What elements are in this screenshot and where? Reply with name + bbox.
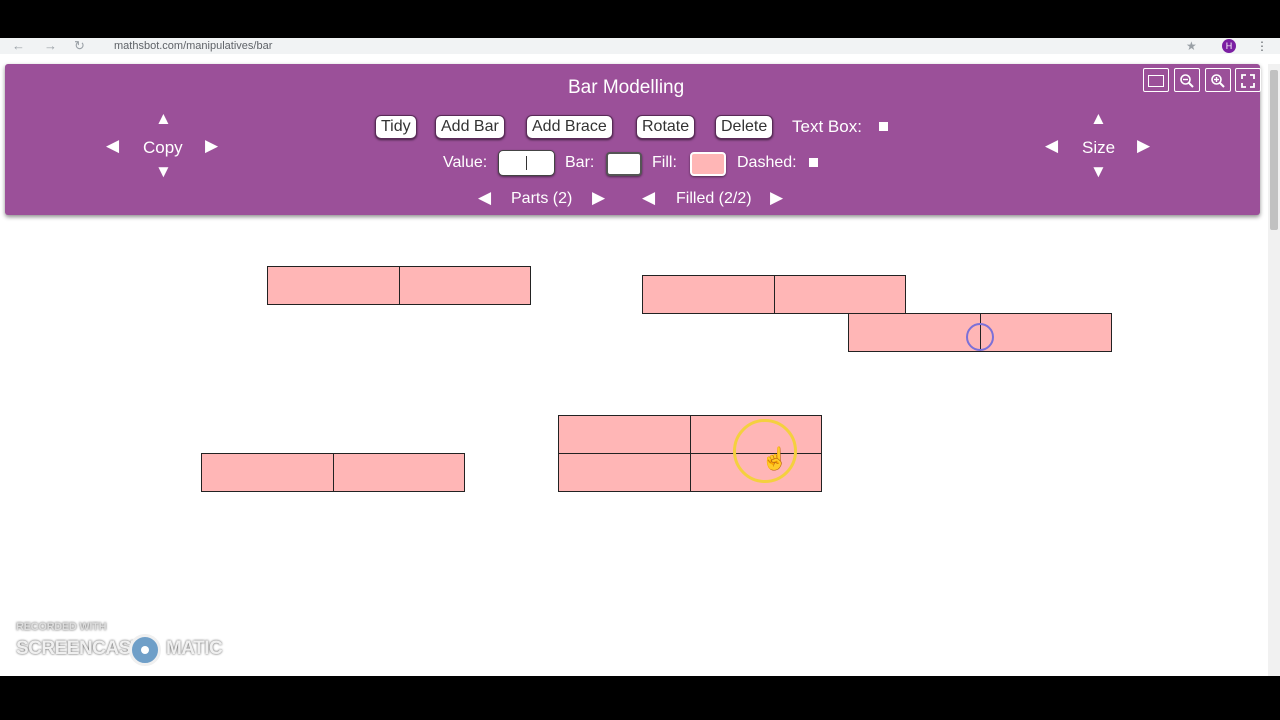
copy-label: Copy — [143, 138, 183, 157]
watermark-top-text: RECORDED WITH — [16, 621, 107, 633]
bar-part[interactable] — [559, 454, 690, 491]
add-bar-button[interactable]: Add Bar — [435, 115, 505, 139]
fill-color-label: Fill: — [652, 154, 677, 171]
bookmark-star-icon[interactable]: ★ — [1186, 38, 1197, 54]
watermark-main-text: SCREENCAST — [16, 638, 142, 659]
zoom-in-button[interactable] — [1205, 68, 1231, 92]
bar-part[interactable] — [268, 267, 399, 304]
bar-part[interactable] — [398, 267, 530, 304]
bar-part[interactable] — [979, 314, 1111, 351]
filled-increase-arrow[interactable]: ▶ — [770, 189, 783, 207]
fullscreen-button[interactable] — [1235, 68, 1261, 92]
value-input[interactable] — [498, 150, 555, 176]
bar-model-2[interactable] — [642, 275, 906, 314]
bar-part[interactable] — [202, 454, 333, 491]
forward-icon[interactable]: → — [44, 38, 57, 54]
filled-label: Filled (2/2) — [676, 190, 752, 207]
screencast-logo-icon — [129, 634, 161, 666]
zoom-in-icon — [1211, 74, 1225, 89]
value-input-text — [499, 155, 503, 171]
filled-decrease-arrow[interactable]: ◀ — [642, 189, 655, 207]
hand-pointer-icon: ☝ — [761, 446, 789, 471]
parts-label: Parts (2) — [511, 190, 573, 207]
page-scrollbar[interactable] — [1268, 64, 1280, 676]
text-box-checkbox[interactable] — [879, 122, 888, 131]
parts-increase-arrow[interactable]: ▶ — [592, 189, 605, 207]
bar-model-1[interactable] — [267, 266, 531, 305]
scrollbar-thumb[interactable] — [1270, 70, 1278, 230]
browser-toolbar: ← → ↻ mathsbot.com/manipulatives/bar ★ H… — [0, 38, 1280, 54]
fill-color-swatch[interactable] — [690, 152, 726, 176]
bar-part[interactable] — [849, 314, 980, 351]
app-title: Bar Modelling — [568, 77, 685, 98]
address-bar[interactable]: mathsbot.com/manipulatives/bar — [114, 38, 272, 54]
back-icon[interactable]: ← — [12, 38, 25, 54]
tidy-button[interactable]: Tidy — [375, 115, 417, 139]
value-label: Value: — [443, 154, 488, 171]
blank-square-icon — [1148, 75, 1164, 88]
bar-modelling-toolbar: Bar Modelling ▲ ◀ Copy ▶ ▼ Tidy Add Bar … — [5, 64, 1261, 215]
bar-part[interactable] — [559, 416, 690, 453]
bar-color-swatch[interactable] — [606, 152, 642, 176]
size-right-arrow[interactable]: ▶ — [1137, 137, 1150, 155]
zoom-out-icon — [1180, 74, 1194, 89]
logo-center — [141, 646, 149, 654]
rotation-handle-icon[interactable] — [966, 323, 994, 351]
copy-up-arrow[interactable]: ▲ — [155, 110, 172, 128]
bar-model-6[interactable] — [201, 453, 465, 492]
size-left-arrow[interactable]: ◀ — [1045, 137, 1058, 155]
browser-menu-icon[interactable]: ⋮ — [1256, 38, 1268, 54]
blank-view-button[interactable] — [1143, 68, 1169, 92]
bar-part[interactable] — [773, 276, 905, 313]
add-brace-button[interactable]: Add Brace — [526, 115, 613, 139]
delete-button[interactable]: Delete — [715, 115, 774, 139]
dashed-checkbox[interactable] — [809, 158, 818, 167]
text-box-label: Text Box: — [792, 117, 862, 136]
watermark-end-text: MATIC — [166, 638, 223, 659]
parts-decrease-arrow[interactable]: ◀ — [478, 189, 491, 207]
copy-left-arrow[interactable]: ◀ — [106, 137, 119, 155]
size-down-arrow[interactable]: ▼ — [1090, 163, 1107, 181]
rotate-button[interactable]: Rotate — [636, 115, 696, 139]
dashed-label: Dashed: — [737, 154, 797, 171]
size-label: Size — [1082, 138, 1116, 157]
copy-right-arrow[interactable]: ▶ — [205, 137, 218, 155]
copy-down-arrow[interactable]: ▼ — [155, 163, 172, 181]
bar-canvas[interactable] — [5, 226, 1260, 676]
bar-part[interactable] — [332, 454, 464, 491]
fullscreen-icon — [1241, 74, 1255, 89]
text-caret — [526, 156, 527, 170]
reload-icon[interactable]: ↻ — [74, 38, 85, 54]
zoom-out-button[interactable] — [1174, 68, 1200, 92]
profile-avatar[interactable]: H — [1222, 39, 1236, 53]
bar-color-label: Bar: — [565, 154, 595, 171]
bar-part[interactable] — [643, 276, 774, 313]
size-up-arrow[interactable]: ▲ — [1090, 110, 1107, 128]
